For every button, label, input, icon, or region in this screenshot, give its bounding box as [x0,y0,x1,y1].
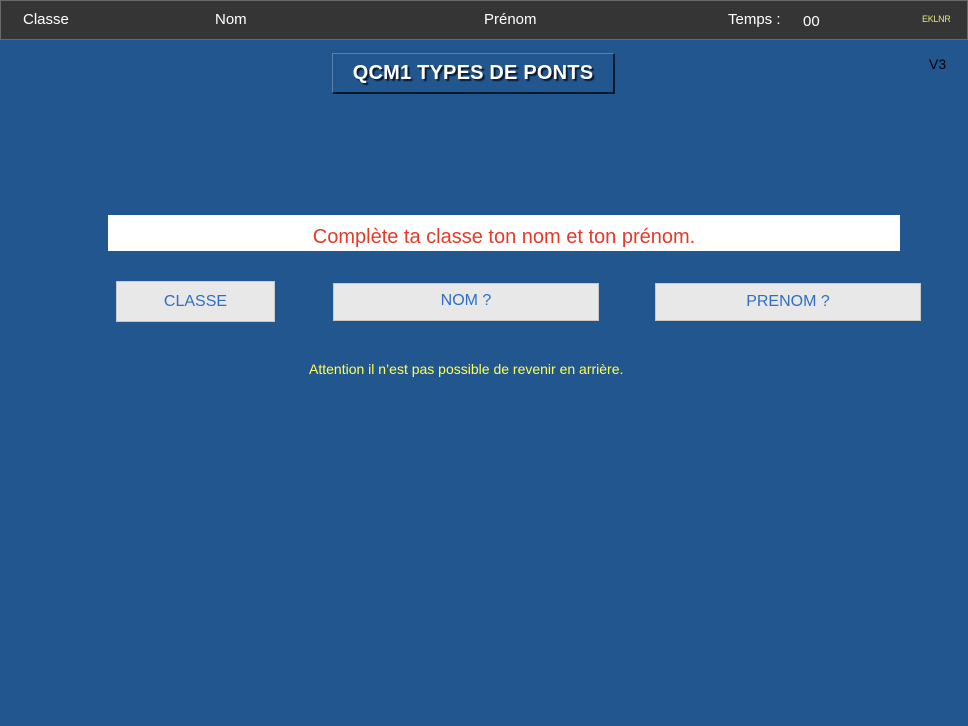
prenom-button[interactable]: PRENOM ? [655,283,921,321]
top-bar: Classe Nom Prénom Temps : 00 EKLNR [0,0,968,40]
version-label: V3 [929,56,947,72]
topbar-code: EKLNR [922,14,951,24]
topbar-temps-label: Temps : [728,11,781,28]
topbar-classe-label: Classe [23,11,69,28]
instruction-message: Complète ta classe ton nom et ton prénom… [108,215,900,251]
topbar-nom-label: Nom [215,11,247,28]
topbar-prenom-label: Prénom [484,11,537,28]
page-title: QCM1 TYPES DE PONTS [332,53,615,94]
nom-button[interactable]: NOM ? [333,283,599,321]
topbar-temps-value: 00 [803,13,820,30]
warning-text: Attention il n’est pas possible de reven… [309,361,624,377]
classe-button[interactable]: CLASSE [116,281,275,322]
